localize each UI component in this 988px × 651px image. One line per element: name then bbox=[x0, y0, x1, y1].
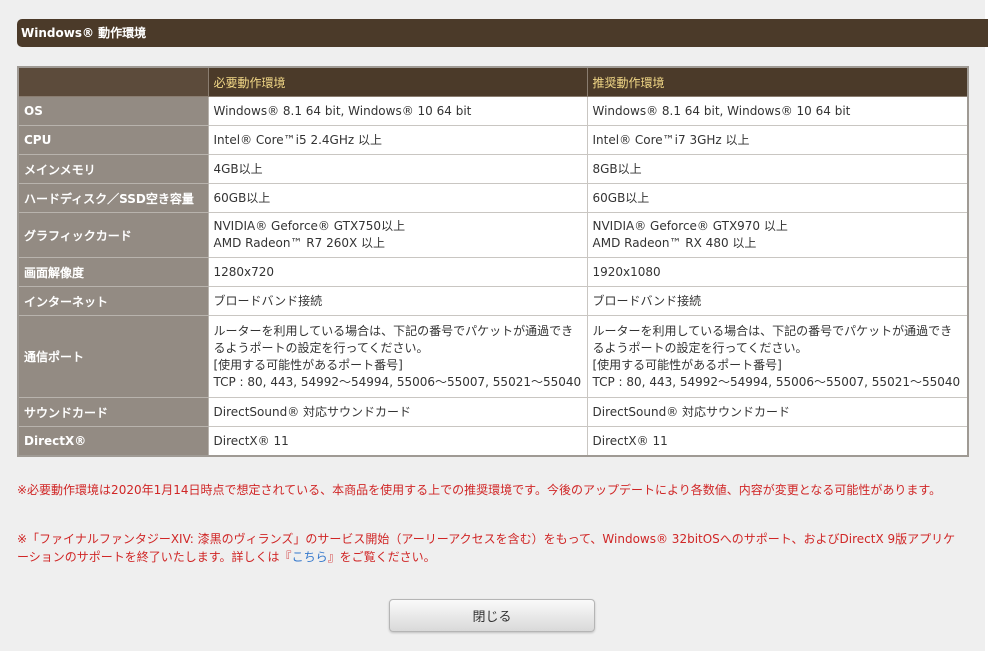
cell-line: [使用する可能性があるポート番号] bbox=[213, 357, 403, 372]
header-recommended: 推奨動作環境 bbox=[586, 66, 969, 97]
table-header-row: 必要動作環境 推奨動作環境 bbox=[17, 66, 969, 97]
table-row: CPU Intel® Core™i5 2.4GHz 以上 Intel® Core™i… bbox=[17, 125, 969, 155]
table-row: DirectX® DirectX® 11 DirectX® 11 bbox=[17, 426, 969, 457]
cell-required: ルーターを利用している場合は、下記の番号でパケットが通過できるようポートの設定を… bbox=[207, 315, 588, 398]
header-blank-cell bbox=[17, 66, 209, 97]
cell-required: 1280x720 bbox=[207, 257, 588, 287]
cell-recommended: ブロードバンド接続 bbox=[586, 286, 969, 316]
cell-recommended: DirectSound® 対応サウンドカード bbox=[586, 397, 969, 427]
cell-line: NVIDIA® Geforce® GTX970 以上 bbox=[592, 219, 788, 233]
cell-recommended: 1920x1080 bbox=[586, 257, 969, 287]
cell-recommended: ルーターを利用している場合は、下記の番号でパケットが通過できるようポートの設定を… bbox=[586, 315, 969, 398]
cell-line: 4GB以上 bbox=[213, 161, 263, 176]
cell-line: TCP : 80, 443, 54992～54994, 55006～55007,… bbox=[592, 374, 961, 389]
table-row: サウンドカード DirectSound® 対応サウンドカード DirectSound… bbox=[17, 397, 969, 427]
table-row: メインメモリ 4GB以上 8GB以上 bbox=[17, 154, 969, 184]
cell-line: TCP : 80, 443, 54992～54994, 55006～55007,… bbox=[213, 374, 582, 389]
row-label: OS bbox=[17, 96, 209, 126]
cell-line: ルーターを利用している場合は、下記の番号でパケットが通過できるようポートの設定を… bbox=[592, 323, 953, 355]
cell-recommended: 60GB以上 bbox=[586, 183, 969, 213]
row-label: サウンドカード bbox=[17, 397, 209, 427]
section-title: Windows® 動作環境 bbox=[21, 26, 147, 40]
close-button[interactable]: 閉じる bbox=[389, 599, 595, 632]
cell-line: ブロードバンド接続 bbox=[592, 293, 702, 308]
cell-recommended: Intel® Core™i7 3GHz 以上 bbox=[586, 125, 969, 155]
cell-required: Windows® 8.1 64 bit, Windows® 10 64 bit bbox=[207, 96, 588, 126]
cell-required: DirectSound® 対応サウンドカード bbox=[207, 397, 588, 427]
cell-required: 4GB以上 bbox=[207, 154, 588, 184]
table-row: 画面解像度 1280x720 1920x1080 bbox=[17, 257, 969, 287]
table-row: インターネット ブロードバンド接続 ブロードバンド接続 bbox=[17, 286, 969, 316]
note-support-end-tail: 』をご覧ください。 bbox=[327, 550, 436, 564]
cell-line: 1920x1080 bbox=[592, 264, 661, 279]
cell-line: DirectX® 11 bbox=[592, 433, 668, 448]
cell-required: DirectX® 11 bbox=[207, 426, 588, 457]
requirements-table: 必要動作環境 推奨動作環境 OS Windows® 8.1 64 bit, Win… bbox=[17, 66, 969, 457]
note-requirements-date: ※必要動作環境は2020年1月14日時点で想定されている、本商品を使用する上での… bbox=[17, 483, 942, 497]
row-label: 画面解像度 bbox=[17, 257, 209, 287]
row-label: インターネット bbox=[17, 286, 209, 316]
cell-line: 1280x720 bbox=[213, 264, 275, 279]
cell-recommended: NVIDIA® Geforce® GTX970 以上 AMD Radeon™ RX… bbox=[586, 212, 969, 258]
cell-line: AMD Radeon™ R7 260X 以上 bbox=[213, 236, 386, 250]
cell-line: NVIDIA® Geforce® GTX750以上 bbox=[213, 219, 406, 233]
row-label: メインメモリ bbox=[17, 154, 209, 184]
cell-recommended: DirectX® 11 bbox=[586, 426, 969, 457]
cell-required: ブロードバンド接続 bbox=[207, 286, 588, 316]
cell-required: Intel® Core™i5 2.4GHz 以上 bbox=[207, 125, 588, 155]
cell-required: 60GB以上 bbox=[207, 183, 588, 213]
cell-line: ブロードバンド接続 bbox=[213, 293, 323, 308]
table-row: ハードディスク／SSD空き容量 60GB以上 60GB以上 bbox=[17, 183, 969, 213]
cell-line: 8GB以上 bbox=[592, 161, 642, 176]
system-requirements-dialog: Windows® 動作環境 必要動作環境 推奨動作環境 OS Windows® 8… bbox=[0, 0, 988, 651]
cell-line: DirectSound® 対応サウンドカード bbox=[592, 404, 791, 419]
row-label: DirectX® bbox=[17, 426, 209, 457]
table-row: 通信ポート ルーターを利用している場合は、下記の番号でパケットが通過できるようポー… bbox=[17, 315, 969, 398]
cell-required: NVIDIA® Geforce® GTX750以上 AMD Radeon™ R7 … bbox=[207, 212, 588, 258]
row-label: グラフィックカード bbox=[17, 212, 209, 258]
cell-line: ルーターを利用している場合は、下記の番号でパケットが通過できるようポートの設定を… bbox=[213, 323, 574, 355]
row-label: 通信ポート bbox=[17, 315, 209, 398]
cell-line: Intel® Core™i7 3GHz 以上 bbox=[592, 132, 750, 147]
table-row: OS Windows® 8.1 64 bit, Windows® 10 64 bi… bbox=[17, 96, 969, 126]
note-support-end: ※「ファイナルファンタジーXIV: 漆黒のヴィランズ」のサービス開始（アーリーア… bbox=[17, 530, 967, 566]
cell-recommended: 8GB以上 bbox=[586, 154, 969, 184]
cell-line: Windows® 8.1 64 bit, Windows® 10 64 bit bbox=[213, 103, 472, 118]
section-header: Windows® 動作環境 bbox=[17, 19, 988, 47]
cell-line: Intel® Core™i5 2.4GHz 以上 bbox=[213, 132, 382, 147]
cell-line: 60GB以上 bbox=[592, 190, 650, 205]
row-label: CPU bbox=[17, 125, 209, 155]
cell-line: Windows® 8.1 64 bit, Windows® 10 64 bit bbox=[592, 103, 851, 118]
header-required: 必要動作環境 bbox=[207, 66, 588, 97]
row-label: ハードディスク／SSD空き容量 bbox=[17, 183, 209, 213]
cell-line: [使用する可能性があるポート番号] bbox=[592, 357, 782, 372]
note-support-end-text: ※「ファイナルファンタジーXIV: 漆黒のヴィランズ」のサービス開始（アーリーア… bbox=[17, 532, 956, 564]
details-link[interactable]: こちら bbox=[292, 550, 328, 564]
cell-line: AMD Radeon™ RX 480 以上 bbox=[592, 236, 757, 250]
table-row: グラフィックカード NVIDIA® Geforce® GTX750以上 AMD Ra… bbox=[17, 212, 969, 258]
cell-recommended: Windows® 8.1 64 bit, Windows® 10 64 bit bbox=[586, 96, 969, 126]
cell-line: DirectSound® 対応サウンドカード bbox=[213, 404, 412, 419]
cell-line: DirectX® 11 bbox=[213, 433, 289, 448]
cell-line: 60GB以上 bbox=[213, 190, 271, 205]
